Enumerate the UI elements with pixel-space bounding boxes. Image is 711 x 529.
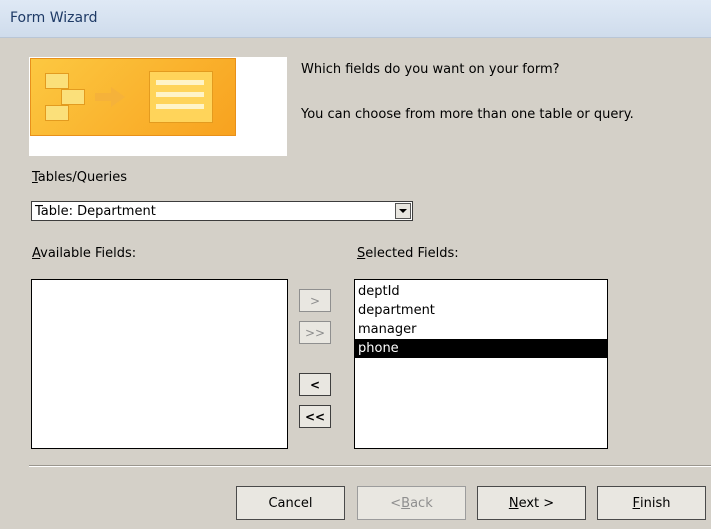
wizard-illustration [29,57,287,156]
tables-queries-label: Tables/Queries [32,170,127,185]
available-fields-label: Available Fields: [32,246,137,261]
remove-field-button[interactable]: < [299,373,331,396]
tables-queries-select[interactable]: Table: Department [31,201,413,221]
table-graphic [61,89,85,105]
form-wizard-illustration-icon [30,58,236,136]
table-graphic [45,105,69,121]
arrow-right-icon [111,87,125,107]
cancel-button[interactable]: Cancel [236,486,345,520]
available-fields-list[interactable] [31,279,288,449]
list-item[interactable]: department [355,301,607,320]
form-graphic [149,71,213,123]
list-item[interactable]: phone [355,339,607,358]
next-button[interactable]: Next > [477,486,586,520]
add-all-fields-button[interactable]: >> [299,321,331,344]
wizard-question: Which fields do you want on your form? [301,62,560,77]
title-bar: Form Wizard [0,0,711,38]
table-graphic [45,73,69,89]
window-title: Form Wizard [10,10,98,26]
list-item[interactable]: manager [355,320,607,339]
selected-fields-list[interactable]: deptId department manager phone [354,279,608,449]
tables-queries-value: Table: Department [35,204,156,219]
selected-fields-label: Selected Fields: [357,246,459,261]
finish-button[interactable]: Finish [597,486,706,520]
footer-divider [29,465,711,467]
list-item[interactable]: deptId [355,282,607,301]
wizard-hint: You can choose from more than one table … [301,107,634,122]
add-field-button[interactable]: > [299,289,331,312]
back-button[interactable]: < Back [357,486,466,520]
chevron-down-icon[interactable] [395,203,411,219]
remove-all-fields-button[interactable]: << [299,405,331,428]
